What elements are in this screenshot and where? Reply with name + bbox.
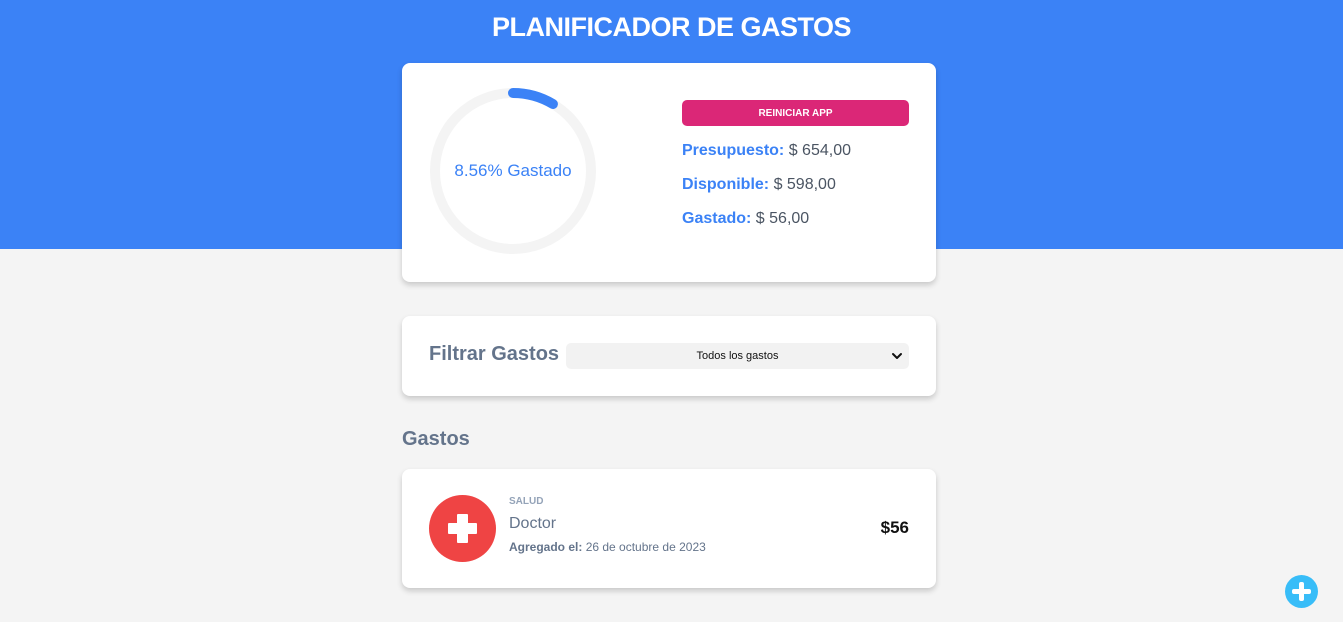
- chevron-down-icon: [892, 353, 902, 359]
- app-title: PLANIFICADOR DE GASTOS: [491, 12, 852, 42]
- expense-date: Agregado el: 26 de octubre de 2023: [509, 540, 706, 554]
- expense-amount: $56: [880, 518, 909, 537]
- progress-label: 8.56% Gastado: [454, 161, 572, 180]
- filter-label: Filtrar Gastos: [429, 343, 560, 365]
- expense-date-label: Agregado el:: [509, 540, 583, 554]
- progress-circle: 8.56% Gastado: [428, 86, 598, 256]
- expense-category: SALUD: [509, 496, 544, 507]
- category-filter-select[interactable]: Todos los gastos: [566, 343, 909, 369]
- available-label: Disponible:: [682, 176, 770, 193]
- expense-name: Doctor: [509, 515, 557, 532]
- budget-stat: Presupuesto: $ 654,00: [682, 142, 851, 160]
- budget-value: $ 654,00: [788, 142, 851, 159]
- expense-item[interactable]: SALUD Doctor Agregado el: 26 de octubre …: [402, 469, 936, 588]
- filter-card: Filtrar Gastos Todos los gastos: [402, 316, 936, 396]
- spent-label: Gastado:: [682, 210, 752, 227]
- budget-label: Presupuesto:: [682, 142, 785, 159]
- available-stat: Disponible: $ 598,00: [682, 176, 836, 194]
- spent-stat: Gastado: $ 56,00: [682, 210, 809, 228]
- budget-card: 8.56% Gastado REINICIAR APP Presupuesto:…: [402, 63, 936, 282]
- expense-date-value: 26 de octubre de 2023: [585, 540, 706, 554]
- filter-selected-value: Todos los gastos: [696, 350, 779, 362]
- health-cross-icon: [429, 495, 496, 562]
- expenses-section-title: Gastos: [402, 428, 470, 450]
- spent-value: $ 56,00: [755, 210, 810, 227]
- add-expense-button[interactable]: [1285, 575, 1318, 608]
- reset-app-button[interactable]: REINICIAR APP: [682, 100, 909, 126]
- available-value: $ 598,00: [773, 176, 836, 193]
